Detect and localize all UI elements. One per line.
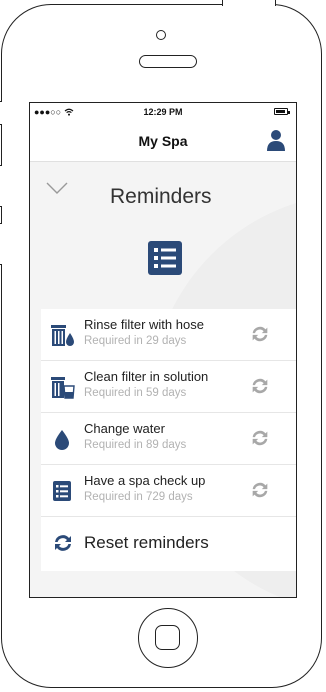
list-item[interactable]: Clean filter in solution Required in 59 …	[41, 361, 296, 413]
checklist-icon	[148, 241, 182, 275]
nav-title: My Spa	[138, 133, 188, 149]
reminder-title: Change water	[84, 421, 165, 436]
list-item[interactable]: Have a spa check up Required in 729 days	[41, 465, 296, 517]
reset-reminders-label: Reset reminders	[84, 533, 209, 552]
speaker-grille	[139, 55, 197, 68]
reminder-due: Required in 59 days	[84, 387, 187, 399]
clock: 12:29 PM	[143, 107, 183, 117]
phone-screen: ●●●○○ 12:29 PM My Spa Reminders Rinse fi…	[29, 102, 297, 598]
chevron-down-icon[interactable]	[46, 181, 68, 195]
reminder-due: Required in 729 days	[84, 491, 193, 503]
reset-reminders-button[interactable]: Reset reminders	[41, 517, 296, 571]
status-bar: ●●●○○ 12:29 PM	[30, 103, 296, 121]
reminders-section-header[interactable]: Reminders	[30, 171, 296, 211]
battery-icon	[274, 108, 290, 115]
reminders-list: Rinse filter with hose Required in 29 da…	[41, 309, 296, 571]
camera-icon	[156, 30, 166, 40]
refresh-icon[interactable]	[249, 375, 271, 397]
reminder-title: Have a spa check up	[84, 473, 206, 488]
home-button-square-icon	[155, 625, 180, 650]
filter-bucket-icon	[51, 377, 75, 399]
mute-switch	[0, 101, 2, 125]
power-button	[222, 0, 276, 6]
volume-down-button	[0, 223, 2, 265]
reminder-title: Clean filter in solution	[84, 369, 209, 384]
checklist-icon	[53, 481, 71, 501]
reminder-due: Required in 29 days	[84, 335, 187, 347]
nav-bar: My Spa	[30, 121, 296, 162]
filter-drop-icon	[51, 325, 74, 346]
list-item[interactable]: Rinse filter with hose Required in 29 da…	[41, 309, 296, 361]
refresh-icon[interactable]	[249, 427, 271, 449]
user-icon[interactable]	[266, 129, 286, 151]
reminder-due: Required in 89 days	[84, 439, 187, 451]
reminder-title: Rinse filter with hose	[84, 317, 204, 332]
refresh-icon[interactable]	[249, 323, 271, 345]
list-item[interactable]: Change water Required in 89 days	[41, 413, 296, 465]
refresh-icon[interactable]	[249, 479, 271, 501]
volume-up-button	[0, 165, 2, 207]
water-drop-icon	[55, 430, 69, 450]
section-title: Reminders	[110, 185, 212, 208]
refresh-icon	[55, 535, 71, 551]
